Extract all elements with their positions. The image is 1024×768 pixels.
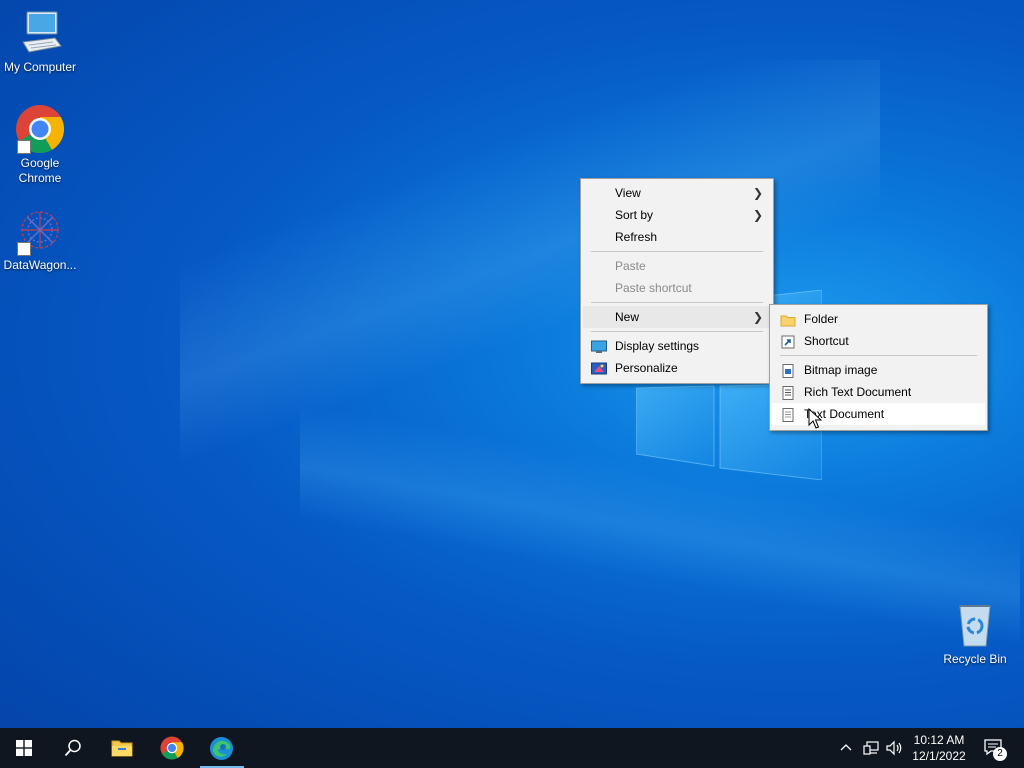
search-icon bbox=[64, 739, 81, 757]
mouse-cursor-icon bbox=[808, 408, 822, 429]
submenu-item-folder[interactable]: Folder bbox=[772, 308, 985, 330]
file-explorer-icon bbox=[111, 740, 133, 757]
desktop[interactable]: My Computer Google Chrome DataWagon... R… bbox=[0, 0, 1024, 768]
menu-item-label: View bbox=[615, 186, 641, 200]
clock-button[interactable]: 10:12 AM 12/1/2022 bbox=[908, 728, 970, 768]
menu-item-label: Paste bbox=[615, 259, 646, 273]
desktop-icon-label: My Computer bbox=[3, 60, 77, 74]
chrome-icon bbox=[15, 104, 65, 154]
menu-item-view[interactable]: View ❯ bbox=[583, 182, 771, 204]
shortcut-overlay-icon bbox=[17, 140, 31, 154]
bitmap-icon bbox=[780, 363, 796, 378]
clock-date: 12/1/2022 bbox=[912, 749, 966, 763]
menu-separator bbox=[591, 302, 763, 303]
menu-item-label: New bbox=[615, 310, 640, 324]
start-icon bbox=[16, 740, 32, 756]
network-icon bbox=[863, 741, 879, 755]
taskbar: 10:12 AM 12/1/2022 2 bbox=[0, 728, 1024, 768]
taskbar-file-explorer[interactable] bbox=[98, 728, 146, 768]
recycle-bin-icon bbox=[950, 600, 1000, 650]
menu-separator bbox=[591, 331, 763, 332]
edge-icon bbox=[210, 737, 233, 760]
start-button[interactable] bbox=[0, 728, 48, 768]
submenu-item-text-document[interactable]: Text Document bbox=[772, 403, 985, 425]
menu-item-new[interactable]: New ❯ bbox=[583, 306, 771, 328]
rich-text-icon bbox=[780, 385, 796, 400]
datawagon-icon bbox=[15, 206, 65, 256]
desktop-icon-label: Google Chrome bbox=[18, 156, 62, 185]
menu-item-paste[interactable]: Paste bbox=[583, 255, 771, 277]
menu-item-label: Shortcut bbox=[804, 334, 849, 348]
personalize-icon bbox=[591, 361, 607, 375]
speaker-icon bbox=[886, 740, 902, 756]
menu-item-label: Personalize bbox=[615, 361, 678, 375]
new-submenu: Folder Shortcut Bitmap image Rich Text D… bbox=[769, 304, 988, 431]
desktop-icon-datawagon[interactable]: DataWagon... bbox=[0, 206, 80, 273]
computer-icon bbox=[15, 8, 65, 58]
desktop-icon-label: Recycle Bin bbox=[943, 652, 1007, 666]
desktop-context-menu: View ❯ Sort by ❯ Refresh Paste Paste sho… bbox=[580, 178, 774, 384]
menu-item-label: Refresh bbox=[615, 230, 658, 244]
menu-item-label: Rich Text Document bbox=[804, 385, 912, 399]
menu-item-label: Sort by bbox=[615, 208, 654, 222]
submenu-item-shortcut[interactable]: Shortcut bbox=[772, 330, 985, 352]
notification-count-badge: 2 bbox=[993, 747, 1007, 761]
menu-item-personalize[interactable]: Personalize bbox=[583, 357, 771, 379]
desktop-icon-google-chrome[interactable]: Google Chrome bbox=[0, 104, 80, 186]
desktop-icon-my-computer[interactable]: My Computer bbox=[0, 8, 80, 75]
menu-item-label: Display settings bbox=[615, 339, 700, 353]
menu-item-label: Bitmap image bbox=[804, 363, 878, 377]
taskbar-edge[interactable] bbox=[198, 728, 246, 768]
desktop-icon-recycle-bin[interactable]: Recycle Bin bbox=[935, 600, 1015, 667]
display-icon bbox=[591, 339, 607, 353]
menu-separator bbox=[591, 251, 763, 252]
chevron-right-icon: ❯ bbox=[752, 186, 763, 200]
chevron-right-icon: ❯ bbox=[752, 208, 763, 222]
action-center-button[interactable]: 2 bbox=[976, 728, 1020, 768]
menu-item-display-settings[interactable]: Display settings bbox=[583, 335, 771, 357]
menu-item-sort-by[interactable]: Sort by ❯ bbox=[583, 204, 771, 226]
show-hidden-icons-button[interactable] bbox=[836, 728, 856, 768]
network-button[interactable] bbox=[860, 728, 882, 768]
taskbar-chrome[interactable] bbox=[148, 728, 196, 768]
folder-icon bbox=[780, 312, 796, 327]
search-button[interactable] bbox=[48, 728, 96, 768]
clock-time: 10:12 AM bbox=[913, 733, 965, 747]
shortcut-overlay-icon bbox=[17, 242, 31, 256]
menu-item-refresh[interactable]: Refresh bbox=[583, 226, 771, 248]
menu-separator bbox=[780, 355, 977, 356]
shortcut-icon bbox=[780, 334, 796, 349]
desktop-icon-label: DataWagon... bbox=[3, 258, 77, 272]
menu-item-label: Folder bbox=[804, 312, 839, 326]
menu-item-paste-shortcut[interactable]: Paste shortcut bbox=[583, 277, 771, 299]
text-document-icon bbox=[780, 407, 796, 422]
chevron-right-icon: ❯ bbox=[752, 310, 763, 324]
menu-item-label: Paste shortcut bbox=[615, 281, 692, 295]
submenu-item-bitmap-image[interactable]: Bitmap image bbox=[772, 359, 985, 381]
submenu-item-rich-text-document[interactable]: Rich Text Document bbox=[772, 381, 985, 403]
chrome-icon bbox=[160, 736, 184, 760]
volume-button[interactable] bbox=[884, 728, 906, 768]
chevron-up-icon bbox=[840, 744, 852, 751]
